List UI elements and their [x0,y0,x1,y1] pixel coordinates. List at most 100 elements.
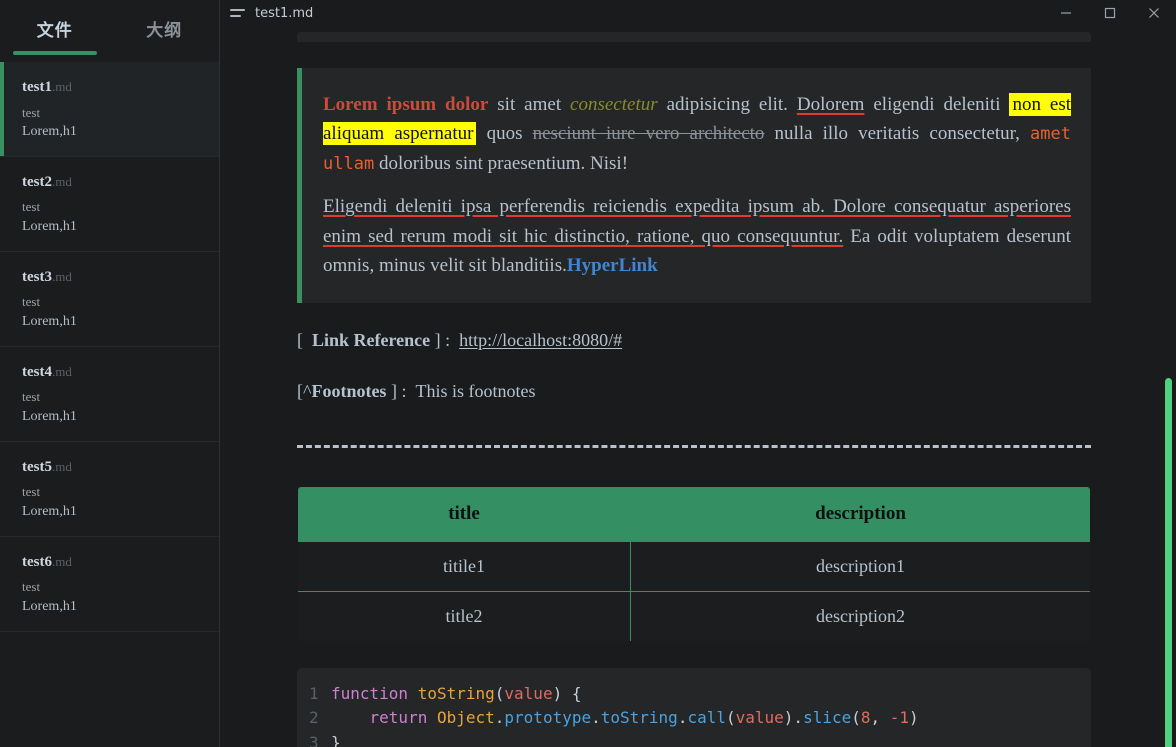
plain-text: nulla illo veritatis consectetur, [764,123,1031,145]
file-name: test6.md [22,551,219,574]
content-scroll-area[interactable]: Lorem ipsum dolor sit amet consectetur a… [220,26,1176,747]
file-preview-line1: test [22,104,41,120]
footnotes-label: Footnotes [311,380,387,401]
sidebar-item-test4[interactable]: test4.md test Lorem,h1 [0,347,219,442]
file-preview-line2: Lorem,h1 [22,504,77,520]
file-name: test3.md [22,266,219,289]
file-extension: .md [52,553,72,569]
code-property: prototype [504,708,592,728]
file-title: test3 [22,268,52,285]
code-punctuation: ( [725,708,736,728]
file-preview-line1: test [22,389,41,405]
file-extension: .md [52,458,72,474]
line-number: 2 [309,708,319,728]
file-extension: .md [52,79,72,94]
file-title: test6 [22,553,52,570]
sidebar-item-test2[interactable]: test2.md test Lorem,h1 [0,157,219,252]
text-lines-icon[interactable] [230,5,246,21]
strong-text: Lorem ipsum dolor [323,94,489,115]
file-name: test4.md [22,361,219,384]
sidebar-item-test5[interactable]: test5.md test Lorem,h1 [0,442,219,537]
file-title: test5 [22,458,52,475]
file-title: test1 [22,79,52,95]
table-cell: description2 [630,590,1090,641]
emphasis-text: consectetur [570,94,658,115]
code-punctuation: . [494,708,505,728]
titlebar: test1.md [220,0,1176,26]
code-punctuation: ( [494,683,505,703]
file-extension: .md [52,363,72,379]
table-cell: title2 [298,590,632,641]
tab-files[interactable]: 文件 [0,16,110,55]
line-number: 1 [309,683,319,703]
code-property: slice [803,708,852,728]
scrolled-block-partial [297,32,1091,42]
link-reference-label: Link Reference [312,329,431,350]
close-button[interactable] [1132,0,1176,26]
sidebar: 文件 大纲 test1.md test Lorem,h1 test2.md te… [0,0,220,747]
code-property: toString [600,708,678,728]
code-property: call [687,708,726,728]
file-preview-line2: Lorem,h1 [22,409,77,425]
horizontal-rule [297,444,1091,448]
code-punctuation: } [331,733,341,747]
code-punctuation: , [870,708,890,728]
table-header-row: title description [298,486,1090,542]
file-preview-line1: test [22,484,41,500]
link-reference-url[interactable]: http://localhost:8080/# [459,330,622,350]
table-head: title description [298,486,1090,542]
plain-text: doloribus sint praesentium. Nisi! [374,152,629,174]
file-preview-line1: test [22,199,41,215]
table-header-cell: title [298,486,632,542]
maximize-button[interactable] [1088,0,1132,26]
vertical-scrollbar-thumb[interactable] [1165,378,1172,747]
code-keyword: function [331,683,409,703]
table-row: title2 description2 [298,590,1090,641]
code-punctuation: ) [909,708,919,728]
window-controls [1044,0,1176,26]
code-number: 8 [860,708,871,728]
bracket-close: ] : [390,380,407,401]
code-punctuation: ( [851,708,861,728]
code-number: -1 [889,708,910,728]
sidebar-item-test1[interactable]: test1.md test Lorem,h1 [0,62,219,157]
file-name: test2.md [22,171,219,194]
plain-text: sit amet [488,94,571,115]
line-number: 3 [309,733,319,747]
blockquote-paragraph-2: Eligendi deleniti ipsa perferendis reici… [323,192,1071,280]
blockquote-paragraph-1: Lorem ipsum dolor sit amet consectetur a… [323,90,1071,178]
sidebar-item-test3[interactable]: test3.md test Lorem,h1 [0,252,219,347]
file-preview-line1: test [22,579,41,595]
sidebar-item-test6[interactable]: test6.md test Lorem,h1 [0,537,219,632]
file-title: test2 [22,173,52,190]
plain-text: eligendi deleniti [864,94,1010,115]
footnotes-text: This is footnotes [415,380,536,401]
code-object: Object [436,708,495,728]
link-reference-row: [ Link Reference ] : http://localhost:80… [297,327,1091,354]
table-row: titile1 description1 [298,540,1090,592]
underlined-text: Dolorem [796,94,865,115]
bracket-close: ] : [434,329,451,350]
code-punctuation: . [677,708,688,728]
code-block: 1 function toString(value) { 2 return Obj… [297,667,1091,747]
code-keyword: return [369,708,428,728]
code-text: return Object.prototype.toString.call(va… [331,706,919,731]
file-preview-line2: Lorem,h1 [22,599,77,615]
code-text: } [331,731,341,747]
code-function-name: toString [417,683,495,703]
file-extension: .md [52,173,72,189]
hyperlink[interactable]: HyperLink [567,255,658,276]
footnote-marker-open: [^ [297,380,312,401]
tab-outline[interactable]: 大纲 [110,16,220,55]
main-pane: test1.md Lorem ipsum dolor sit amet cons… [220,0,1176,747]
code-punctuation: ) { [552,683,582,703]
code-text: function toString(value) { [331,682,581,707]
tab-outline-label: 大纲 [146,21,183,41]
table-cell: description1 [630,540,1090,592]
footnotes-row: [^Footnotes ] : This is footnotes [297,378,1091,405]
table-body: titile1 description1 title2 description2 [298,540,1090,641]
bracket-open: [ [297,329,303,350]
file-name: test5.md [22,456,219,479]
minimize-button[interactable] [1044,0,1088,26]
